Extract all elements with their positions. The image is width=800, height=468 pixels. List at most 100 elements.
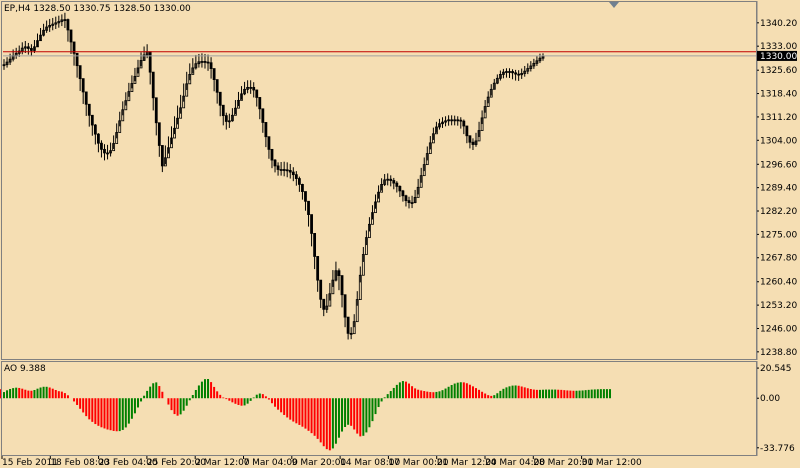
candle-body [267,136,271,150]
candle-body [221,104,225,117]
ao-panel-frame [1,361,757,456]
price-tick-label: 1253.20 [760,301,797,311]
price-tick-label: 1267.80 [760,254,797,264]
candle-body [270,148,274,161]
candle-body [337,270,341,276]
price-tick-label: 1296.60 [760,160,797,170]
candle-body [66,19,70,31]
price-tick-label: 1238.80 [760,348,797,358]
candle-body [30,48,33,51]
candle-body [395,182,399,187]
candle-body [78,65,82,80]
candle-body [294,174,298,179]
candle-body [157,122,161,146]
candle-body [462,120,466,127]
candle-body [465,125,469,137]
candle-body [81,78,85,93]
ao-tick-label: 20.545 [760,364,792,374]
candle-body [343,294,347,318]
candle-body [212,68,216,81]
price-tick-label: 1340.20 [760,19,797,29]
candle-body [69,29,73,43]
price-layer [2,12,756,340]
candle-body [97,133,100,144]
candle-body [389,178,393,181]
candle-body [392,180,396,184]
candle-body [313,233,317,257]
candle-body [209,62,213,69]
price-axis: 1340.20 1333.00 1325.60 1318.40 1311.20 1304.… [757,19,797,358]
candle-body [407,200,411,203]
candle-body [273,159,277,167]
candle-body [93,124,97,135]
ao-tick-label: -33.776 [760,444,795,454]
candle-body [319,279,323,300]
time-tick-label: 9 Mar 20:00 [292,458,347,468]
candle-body [203,61,207,63]
candle-body [215,79,219,93]
candle-body [349,332,353,335]
candle-body [301,184,304,192]
candle-body [90,114,94,126]
candle-body [264,122,268,138]
candle-body [401,190,405,197]
candle-body [255,89,259,98]
candle-body [148,51,152,73]
price-tick-label: 1333.00 [760,42,797,52]
candle-body [258,97,262,110]
shift-marker-icon[interactable] [609,2,619,8]
candle-body [103,148,106,154]
price-panel-frame [1,1,757,360]
price-tick-label: 1260.40 [760,278,797,288]
time-tick-label: 2 Mar 12:00 [195,458,250,468]
candle-body [340,275,344,296]
candle-body [468,135,472,143]
price-tick-label: 1282.20 [760,207,797,217]
candle-body [316,256,320,281]
price-tick-label: 1275.00 [760,230,797,240]
candle-body [304,191,307,202]
candle-body [154,97,158,124]
price-tick-label: 1318.40 [760,90,797,100]
ao-axis: 20.545 0.00 -33.776 [757,364,795,454]
candle-body [398,185,402,192]
price-header: EP,H4 1328.50 1330.75 1328.50 1330.00 [4,4,191,14]
candle-body [224,115,228,122]
time-tick-label: 31 Mar 12:00 [582,458,642,468]
candle-body [75,52,79,67]
candle-body [206,61,210,64]
candle-body [100,142,103,150]
price-tick-label: 1246.00 [760,324,797,334]
time-tick-label: 7 Mar 04:00 [244,458,299,468]
candle-body [404,195,408,202]
price-tick-label: 1289.40 [760,184,797,194]
current-price-label: 1330.00 [760,52,797,62]
candle-body [514,72,517,75]
price-tick-label: 1325.60 [760,66,797,76]
candle-body [261,108,265,123]
candle-body [276,165,280,170]
candle-body [517,73,521,76]
ao-tick-label: 0.00 [760,394,780,404]
price-tick-label: 1311.20 [760,113,797,123]
candle-body [310,214,313,234]
candle-body [26,46,30,49]
candle-body [346,316,350,334]
candle-body [291,171,295,176]
candle-body [511,71,514,74]
time-axis: 15 Feb 201118 Feb 08:0023 Feb 04:0025 Fe… [1,456,642,468]
candle-body [218,91,222,106]
candle-body [322,298,326,310]
chart-canvas: 1340.20 1333.00 1325.60 1318.40 1311.20 1304.… [0,1,797,468]
candle-body [151,71,155,99]
candle-body [307,200,310,215]
candle-body [252,86,256,91]
candle-body [84,91,88,105]
candle-body [282,169,286,171]
candle-body [160,145,164,167]
ao-header: AO 9.388 [4,364,46,374]
candle-body [456,119,460,122]
candle-body [288,170,292,173]
candle-body [471,141,475,145]
price-tick-label: 1304.00 [760,136,797,146]
